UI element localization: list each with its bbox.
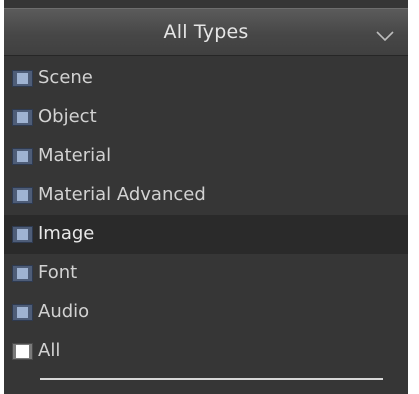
item-label: Image: [38, 223, 95, 244]
list-item-object[interactable]: Object: [4, 98, 408, 137]
list-item-image[interactable]: Image: [4, 215, 408, 254]
divider: [40, 378, 383, 380]
item-label: Scene: [38, 67, 93, 88]
item-label: Audio: [38, 301, 90, 322]
list-item-material-advanced[interactable]: Material Advanced: [4, 176, 408, 215]
item-label: Font: [38, 262, 78, 283]
checkbox-checked-icon[interactable]: [12, 343, 33, 360]
checkbox-icon[interactable]: [12, 226, 33, 243]
checkbox-icon[interactable]: [12, 109, 33, 126]
chevron-down-icon[interactable]: [376, 31, 394, 41]
checkbox-icon[interactable]: [12, 187, 33, 204]
item-label: Object: [38, 106, 97, 127]
checkbox-icon[interactable]: [12, 265, 33, 282]
list-item-scene[interactable]: Scene: [4, 59, 408, 98]
list-item-audio[interactable]: Audio: [4, 293, 408, 332]
checkbox-icon[interactable]: [12, 148, 33, 165]
list-item-font[interactable]: Font: [4, 254, 408, 293]
item-label: Material Advanced: [38, 184, 206, 205]
list-item-all[interactable]: All: [4, 332, 408, 371]
checkbox-icon[interactable]: [12, 70, 33, 87]
type-filter-panel: All Types Scene Object Material Material…: [0, 0, 419, 394]
type-list: Scene Object Material Material Advanced: [4, 59, 408, 371]
item-label: All: [38, 340, 61, 361]
list-item-material[interactable]: Material: [4, 137, 408, 176]
item-label: Material: [38, 145, 112, 166]
dropdown-selected-label: All Types: [163, 21, 249, 43]
checkbox-icon[interactable]: [12, 304, 33, 321]
type-filter-dropdown[interactable]: All Types: [4, 8, 408, 56]
